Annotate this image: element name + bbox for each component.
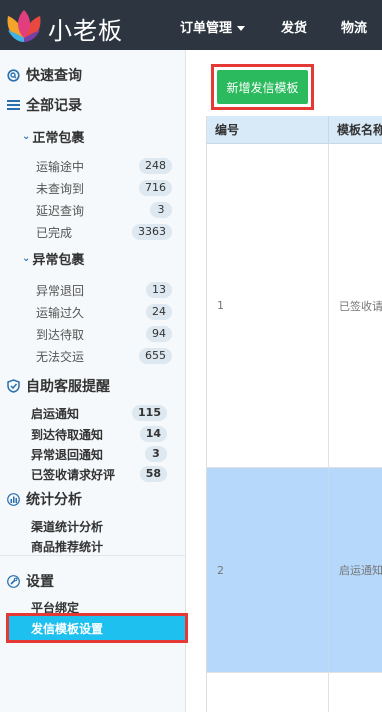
- count-badge: 3: [145, 446, 167, 462]
- cell-id: 1: [207, 144, 329, 467]
- item-label: 未查询到: [36, 181, 85, 196]
- count-badge: 655: [139, 348, 172, 364]
- bar-chart-icon: [6, 492, 20, 506]
- nav-order-management[interactable]: 订单管理: [180, 17, 246, 36]
- shield-check-icon: [6, 379, 20, 393]
- column-header-name[interactable]: 模板名称: [329, 116, 382, 144]
- nav-order-management-label: 订单管理: [180, 21, 233, 36]
- sidebar-normal-packages-label: 正常包裹: [32, 130, 85, 146]
- item-label: 启运通知: [31, 406, 80, 421]
- sidebar-divider: [0, 555, 186, 556]
- sidebar-item-completed[interactable]: 已完成 3363: [36, 223, 176, 241]
- sidebar-item-template-settings[interactable]: 发信模板设置: [6, 613, 188, 643]
- sidebar-item-arrival-notice[interactable]: 到达待取通知 14: [31, 425, 171, 443]
- item-label: 平台绑定: [31, 600, 80, 615]
- sidebar-stats-label: 统计分析: [26, 492, 82, 508]
- table-row[interactable]: 2 启运通知: [207, 468, 382, 673]
- item-label: 无法交运: [36, 349, 85, 364]
- sidebar-all-records-label: 全部记录: [26, 98, 82, 114]
- sidebar-all-records[interactable]: 全部记录: [6, 94, 82, 116]
- logo-icon: [7, 10, 41, 42]
- count-badge: 3: [150, 202, 172, 218]
- item-label: 到达待取: [36, 327, 85, 342]
- nav-logistics[interactable]: 物流: [341, 17, 367, 36]
- sidebar-quick-query[interactable]: 快速查询: [6, 64, 82, 86]
- count-badge: 58: [139, 466, 167, 482]
- sidebar-item-undeliverable[interactable]: 无法交运 655: [36, 347, 176, 365]
- brand-name: 小老板: [48, 17, 123, 45]
- sidebar-item-returned[interactable]: 异常退回 13: [36, 281, 176, 299]
- count-badge: 13: [146, 282, 172, 298]
- chevron-down-icon: ⌄: [22, 252, 31, 264]
- count-badge: 14: [139, 426, 167, 442]
- sidebar-item-awaiting-pickup[interactable]: 到达待取 94: [36, 325, 176, 343]
- sidebar-settings-label: 设置: [26, 574, 54, 590]
- item-label: 到达待取通知: [31, 427, 104, 442]
- cell-id: 2: [207, 468, 329, 672]
- table-row[interactable]: 1 已签收请求好评: [207, 144, 382, 468]
- cell-empty: [207, 673, 329, 712]
- column-header-id[interactable]: 编号: [207, 116, 329, 144]
- item-label: 异常退回: [36, 283, 85, 298]
- sidebar-item-product-stats[interactable]: 商品推荐统计: [31, 537, 171, 555]
- chevron-down-icon: ⌄: [22, 130, 31, 142]
- sidebar-item-not-found[interactable]: 未查询到 716: [36, 179, 176, 197]
- item-label: 已签收请求好评: [31, 467, 116, 482]
- count-badge: 94: [146, 326, 172, 342]
- sidebar-reminder[interactable]: 自助客服提醒: [6, 375, 110, 397]
- add-button-highlight: 新增发信模板: [211, 64, 314, 110]
- count-badge: 115: [132, 405, 167, 421]
- sidebar-abnormal-packages-label: 异常包裹: [32, 252, 85, 268]
- sidebar-item-delayed-query[interactable]: 延迟查询 3: [36, 201, 176, 219]
- caret-down-icon: [237, 26, 246, 31]
- nav-ship[interactable]: 发货: [281, 17, 307, 36]
- cell-name: 已签收请求好评: [339, 299, 382, 313]
- cell-name: 启运通知: [339, 564, 382, 577]
- top-navbar: 小老板 订单管理 发货 物流: [0, 0, 382, 50]
- sidebar-normal-packages[interactable]: ⌄ 正常包裹: [22, 127, 85, 146]
- sidebar-item-platform-binding[interactable]: 平台绑定: [31, 598, 171, 616]
- sidebar: 快速查询 全部记录 ⌄ 正常包裹 运输途中 248 未查询到 716 延迟查询 …: [0, 50, 186, 712]
- settings-icon: [6, 574, 20, 588]
- sidebar-item-shipping-notice[interactable]: 启运通知 115: [31, 404, 171, 422]
- add-template-button[interactable]: 新增发信模板: [217, 70, 308, 104]
- count-badge: 24: [146, 304, 172, 320]
- sidebar-item-return-notice[interactable]: 异常退回通知 3: [31, 445, 171, 463]
- sidebar-reminder-label: 自助客服提醒: [26, 379, 110, 395]
- sidebar-quick-query-label: 快速查询: [26, 68, 82, 84]
- list-icon: [6, 98, 20, 112]
- item-label: 渠道统计分析: [31, 519, 104, 534]
- item-label: 商品推荐统计: [31, 539, 104, 554]
- sidebar-item-too-long[interactable]: 运输过久 24: [36, 303, 176, 321]
- count-badge: 716: [139, 180, 172, 196]
- item-label: 已完成: [36, 225, 73, 240]
- sidebar-item-in-transit[interactable]: 运输途中 248: [36, 157, 176, 175]
- count-badge: 3363: [132, 224, 172, 240]
- item-label: 异常退回通知: [31, 447, 104, 462]
- table-row-empty: [207, 673, 382, 712]
- search-icon: [6, 68, 20, 82]
- sidebar-item-channel-stats[interactable]: 渠道统计分析: [31, 517, 171, 535]
- item-label: 延迟查询: [36, 203, 85, 218]
- sidebar-settings[interactable]: 设置: [6, 570, 54, 592]
- count-badge: 248: [139, 158, 172, 174]
- sidebar-stats[interactable]: 统计分析: [6, 488, 82, 510]
- template-table: 编号 模板名称 1 已签收请求好评 2 启运通知: [206, 116, 382, 712]
- item-label: 运输途中: [36, 159, 85, 174]
- sidebar-abnormal-packages[interactable]: ⌄ 异常包裹: [22, 249, 85, 268]
- item-label: 运输过久: [36, 305, 85, 320]
- sidebar-item-review-request[interactable]: 已签收请求好评 58: [31, 465, 171, 483]
